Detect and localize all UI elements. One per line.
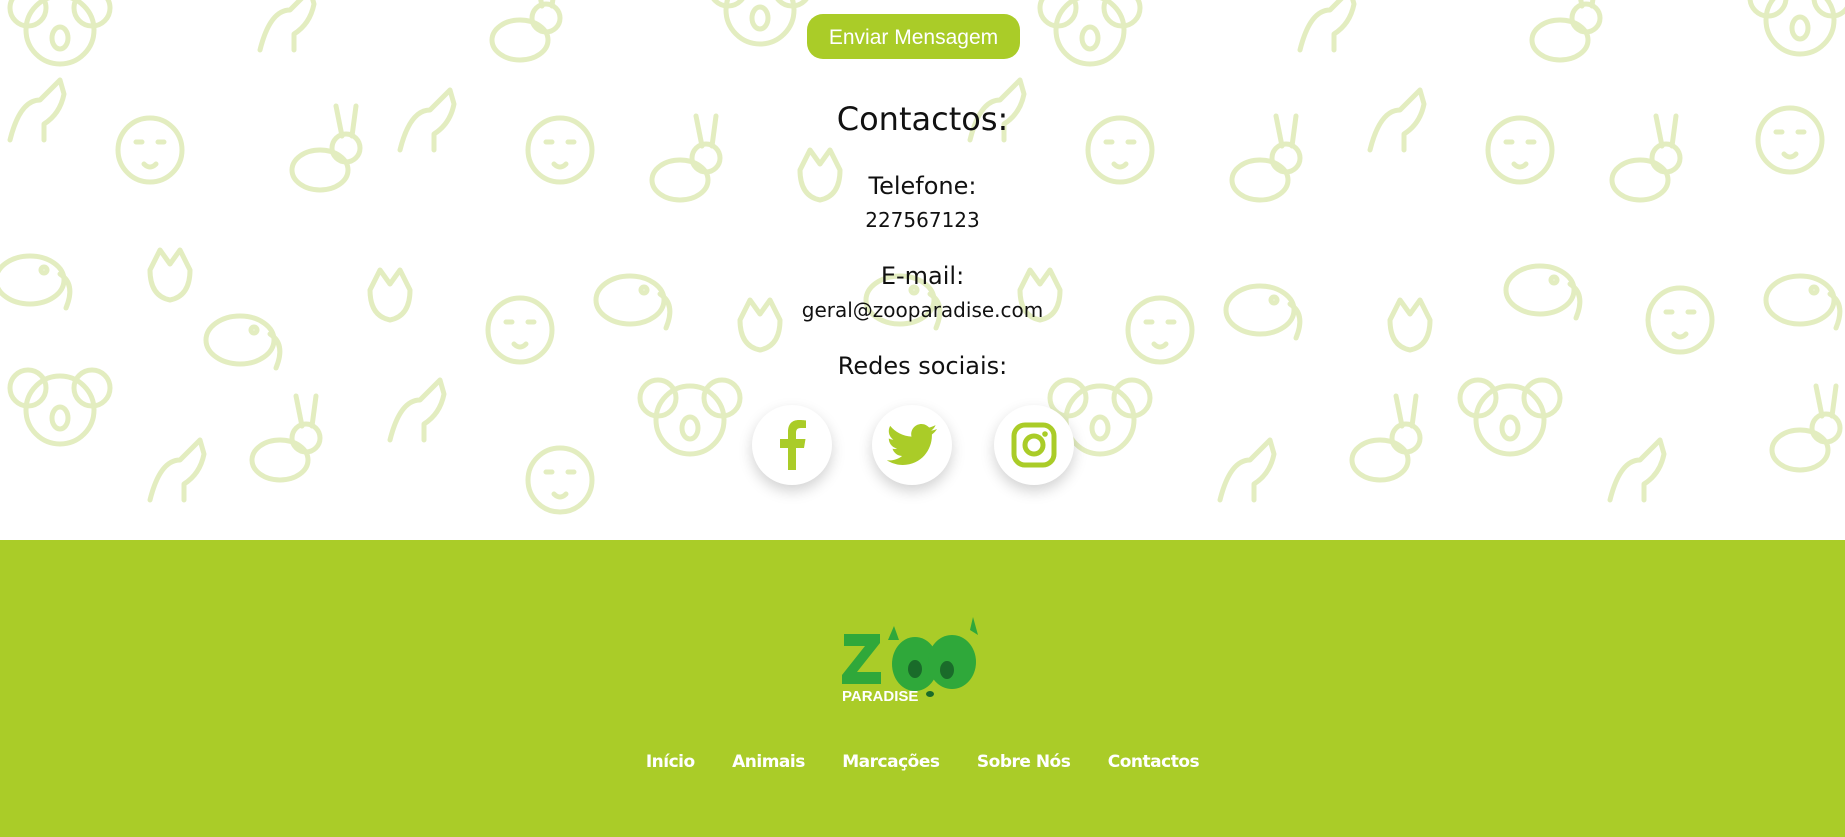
phone-label: Telefone: [868, 172, 977, 200]
footer-nav-contactos[interactable]: Contactos [1108, 752, 1200, 772]
footer-nav-animais[interactable]: Animais [732, 752, 805, 772]
contacts-title: Contactos: [836, 100, 1009, 138]
facebook-icon [780, 420, 806, 470]
twitter-link[interactable] [872, 405, 952, 485]
phone-value: 227567123 [865, 208, 980, 232]
footer-nav-inicio[interactable]: Início [646, 752, 695, 772]
footer-nav-sobre-nos[interactable]: Sobre Nós [977, 752, 1071, 772]
twitter-icon [887, 424, 937, 465]
facebook-link[interactable] [752, 405, 832, 485]
send-message-button[interactable]: Enviar Mensagem [807, 14, 1020, 59]
contact-section: Enviar Mensagem Contactos: Telefone: 227… [0, 0, 1845, 540]
email-value: geral@zooparadise.com [801, 298, 1044, 322]
footer-nav-marcacoes[interactable]: Marcações [842, 752, 940, 772]
zoo-paradise-logo[interactable]: PARADISE [840, 612, 990, 705]
social-links [752, 405, 1092, 485]
footer-nav: Início Animais Marcações Sobre Nós Conta… [0, 752, 1845, 772]
instagram-link[interactable] [994, 405, 1074, 485]
email-label: E-mail: [880, 262, 965, 290]
logo-wordmark: PARADISE [842, 688, 918, 704]
zoo-paradise-logo-graphic: PARADISE [842, 617, 978, 705]
social-label: Redes sociais: [837, 352, 1008, 380]
instagram-icon [1011, 422, 1057, 468]
